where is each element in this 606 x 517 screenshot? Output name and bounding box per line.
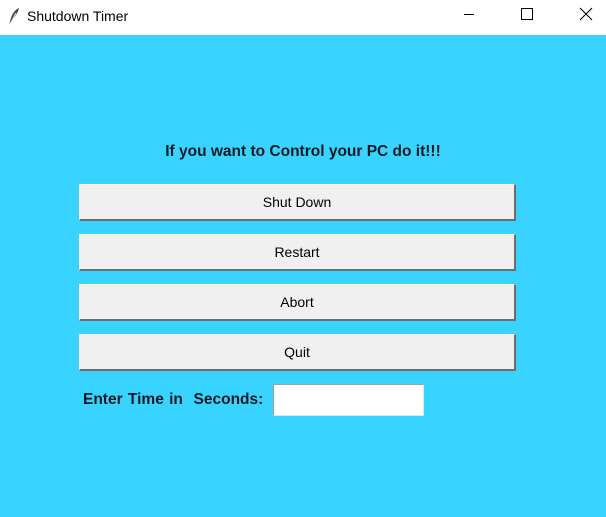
- shutdown-button-label: Shut Down: [262, 194, 332, 210]
- app-window: Shutdown Timer If you want to Control yo…: [0, 0, 606, 517]
- restart-button[interactable]: Restart: [79, 234, 516, 271]
- close-button[interactable]: [563, 0, 606, 32]
- maximize-button[interactable]: [504, 0, 550, 32]
- time-seconds-input[interactable]: [273, 384, 424, 416]
- window-title: Shutdown Timer: [27, 8, 129, 24]
- feather-icon: [6, 7, 20, 27]
- quit-button-label: Quit: [284, 344, 310, 360]
- title-bar[interactable]: Shutdown Timer: [0, 0, 606, 34]
- minimize-icon: [463, 7, 475, 25]
- time-seconds-label: Enter Time in Seconds:: [83, 391, 264, 408]
- restart-button-label: Restart: [274, 244, 320, 260]
- quit-button[interactable]: Quit: [79, 334, 516, 371]
- minimize-button[interactable]: [446, 0, 492, 32]
- page-heading: If you want to Control your PC do it!!!: [165, 143, 441, 160]
- client-area: If you want to Control your PC do it!!! …: [0, 35, 606, 517]
- close-icon: [579, 7, 593, 26]
- maximize-icon: [521, 7, 533, 25]
- abort-button-label: Abort: [280, 294, 314, 310]
- abort-button[interactable]: Abort: [79, 284, 516, 321]
- shutdown-button[interactable]: Shut Down: [79, 184, 516, 221]
